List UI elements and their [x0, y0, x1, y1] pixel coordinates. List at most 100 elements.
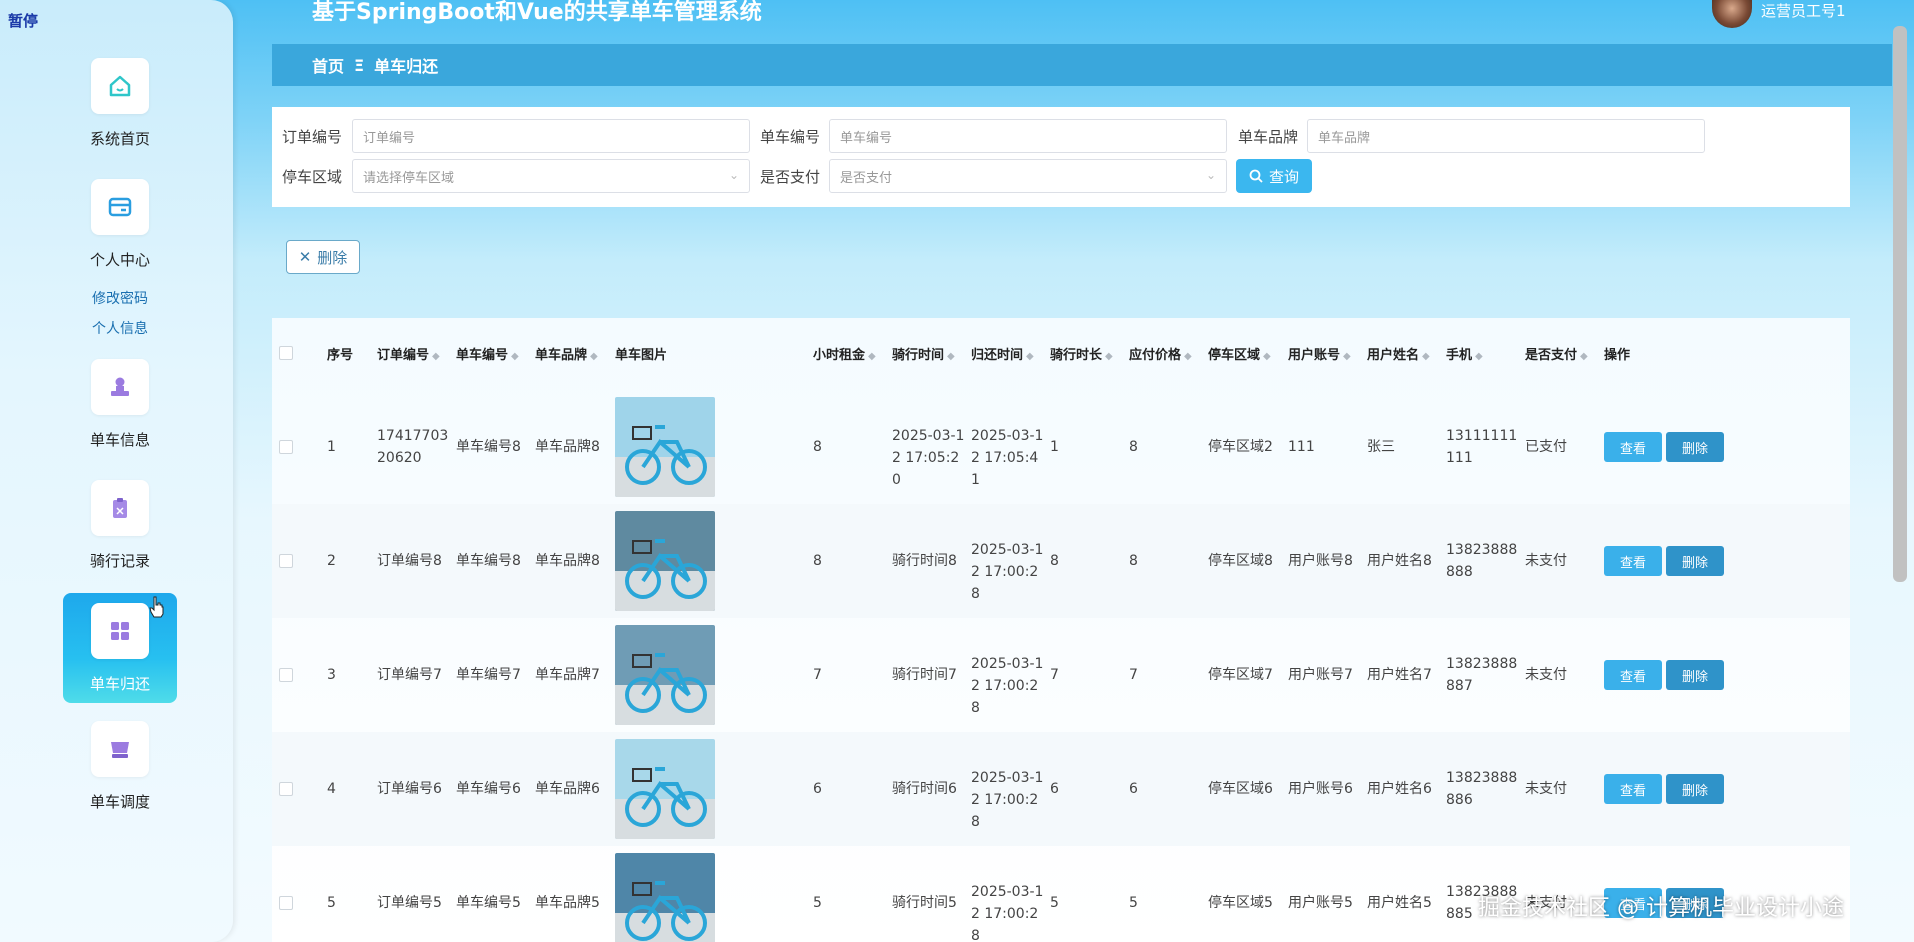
cell-area: 停车区域5 [1208, 895, 1273, 911]
submenu-change-password[interactable]: 修改密码 [63, 288, 177, 308]
col-header[interactable]: 用户账号 ◆ [1288, 344, 1351, 363]
cell-ride-time: 骑行时间7 [892, 667, 957, 683]
cell-name: 用户姓名7 [1367, 667, 1432, 683]
sidebar-item-label: 单车调度 [89, 793, 150, 811]
search-icon [1249, 169, 1263, 183]
cell-ride-time: 2025-03-12 17:05:20 [892, 428, 965, 488]
sidebar-item-profile[interactable]: 个人中心 [63, 179, 177, 270]
home-icon [91, 58, 149, 114]
delete-button[interactable]: 删除 [1666, 546, 1724, 576]
col-header[interactable]: 单车品牌 ◆ [535, 344, 598, 363]
cell-name: 用户姓名8 [1367, 553, 1432, 569]
sidebar-item-bike-dispatch[interactable]: 单车调度 [63, 721, 177, 812]
submenu-personal-info[interactable]: 个人信息 [63, 318, 177, 338]
paid-label: 是否支付 [760, 168, 821, 186]
chevron-down-icon: ⌄ [728, 168, 739, 182]
cell-duration: 5 [1050, 895, 1059, 911]
cell-bike: 单车编号7 [456, 667, 521, 683]
sort-icon: ◆ [511, 351, 519, 362]
system-title: 基于SpringBoot和Vue的共享单车管理系统 [312, 0, 762, 25]
cell-account: 用户账号6 [1288, 781, 1353, 797]
cell-account: 用户账号8 [1288, 553, 1353, 569]
cell-area: 停车区域8 [1208, 553, 1273, 569]
view-button[interactable]: 查看 [1604, 774, 1662, 804]
bike-no-input[interactable]: 单车编号 [829, 119, 1227, 153]
avatar[interactable] [1712, 0, 1752, 28]
breadcrumb-home[interactable]: 首页 [312, 53, 344, 77]
watermark: 掘金技术社区 @ 计算机毕业设计小途 [1478, 896, 1844, 921]
col-header[interactable]: 小时租金 ◆ [813, 344, 876, 363]
col-header[interactable]: 应付价格 ◆ [1129, 344, 1192, 363]
col-header[interactable]: 单车编号 ◆ [456, 344, 519, 363]
cell-area: 停车区域6 [1208, 781, 1273, 797]
cell-ride-time: 骑行时间6 [892, 781, 957, 797]
cell-phone: 13823888886 [1446, 770, 1518, 808]
select-all-checkbox[interactable] [279, 346, 293, 360]
sort-icon: ◆ [1026, 351, 1034, 362]
bike-image [615, 853, 715, 942]
cell-rent: 8 [813, 439, 822, 455]
cell-brand: 单车品牌7 [535, 667, 600, 683]
sidebar-item-label: 个人中心 [89, 251, 150, 269]
view-button[interactable]: 查看 [1604, 432, 1662, 462]
view-button[interactable]: 查看 [1604, 660, 1662, 690]
cell-rent: 5 [813, 895, 822, 911]
cell-rent: 7 [813, 667, 822, 683]
row-checkbox[interactable] [279, 668, 293, 682]
row-checkbox[interactable] [279, 440, 293, 454]
pause-label: 暂停 [8, 12, 39, 30]
col-header[interactable]: 骑行时长 ◆ [1050, 344, 1113, 363]
cell-price: 8 [1129, 439, 1138, 455]
user-stamp-icon [91, 359, 149, 415]
table-header: 序号 订单编号 ◆ 单车编号 ◆ 单车品牌 ◆ 单车图片 小时租金 ◆ 骑行时间 ◆ 归还… [272, 318, 1850, 390]
cell-brand: 单车品牌8 [535, 553, 600, 569]
view-button[interactable]: 查看 [1604, 546, 1662, 576]
sort-icon: ◆ [1343, 351, 1351, 362]
sidebar-item-label: 系统首页 [89, 130, 150, 148]
cell-no: 5 [327, 895, 336, 911]
sidebar-item-ride-records[interactable]: 骑行记录 [63, 480, 177, 571]
sidebar-item-label: 单车信息 [89, 431, 150, 449]
bike-brand-label: 单车品牌 [1238, 128, 1299, 146]
col-header[interactable]: 是否支付 ◆ [1525, 344, 1588, 363]
bike-brand-input[interactable]: 单车品牌 [1307, 119, 1705, 153]
cell-rent: 8 [813, 553, 822, 569]
batch-delete-button[interactable]: ✕ 删除 [286, 240, 360, 274]
scrollbar[interactable] [1893, 26, 1907, 582]
cell-bike: 单车编号5 [456, 895, 521, 911]
col-header[interactable]: 骑行时间 ◆ [892, 344, 955, 363]
col-header[interactable]: 用户姓名 ◆ [1367, 344, 1430, 363]
query-button[interactable]: 查询 [1236, 159, 1312, 193]
col-header[interactable]: 手机 ◆ [1446, 344, 1483, 363]
sort-icon: ◆ [432, 351, 440, 362]
col-header[interactable]: 订单编号 ◆ [377, 344, 440, 363]
row-checkbox[interactable] [279, 782, 293, 796]
order-no-input[interactable]: 订单编号 [352, 119, 750, 153]
col-header[interactable]: 归还时间 ◆ [971, 344, 1034, 363]
parking-area-select[interactable]: 请选择停车区域 ⌄ [352, 159, 750, 193]
cell-name: 张三 [1367, 439, 1395, 455]
cell-no: 4 [327, 781, 336, 797]
user-name[interactable]: 运营员工号1 [1761, 0, 1846, 21]
col-header[interactable]: 停车区域 ◆ [1208, 344, 1271, 363]
cell-return-time: 2025-03-12 17:05:41 [971, 428, 1044, 488]
row-checkbox[interactable] [279, 896, 293, 910]
parking-area-label: 停车区域 [282, 168, 343, 186]
cell-bike: 单车编号6 [456, 781, 521, 797]
bike-image [615, 397, 715, 497]
sidebar-item-bike-info[interactable]: 单车信息 [63, 359, 177, 450]
data-table: 序号 订单编号 ◆ 单车编号 ◆ 单车品牌 ◆ 单车图片 小时租金 ◆ 骑行时间 ◆ 归还… [272, 318, 1850, 942]
cell-duration: 6 [1050, 781, 1059, 797]
sort-icon: ◆ [1184, 351, 1192, 362]
delete-button[interactable]: 删除 [1666, 774, 1724, 804]
cell-order: 订单编号5 [377, 895, 442, 911]
sidebar-item-home[interactable]: 系统首页 [63, 58, 177, 149]
delete-button[interactable]: 删除 [1666, 660, 1724, 690]
cell-brand: 单车品牌6 [535, 781, 600, 797]
delete-button[interactable]: 删除 [1666, 432, 1724, 462]
sort-icon: ◆ [590, 351, 598, 362]
row-checkbox[interactable] [279, 554, 293, 568]
search-panel: 订单编号 订单编号 单车编号 单车编号 单车品牌 单车品牌 停车区域 请选择停车… [272, 107, 1850, 207]
paid-select[interactable]: 是否支付 ⌄ [829, 159, 1227, 193]
cell-area: 停车区域7 [1208, 667, 1273, 683]
